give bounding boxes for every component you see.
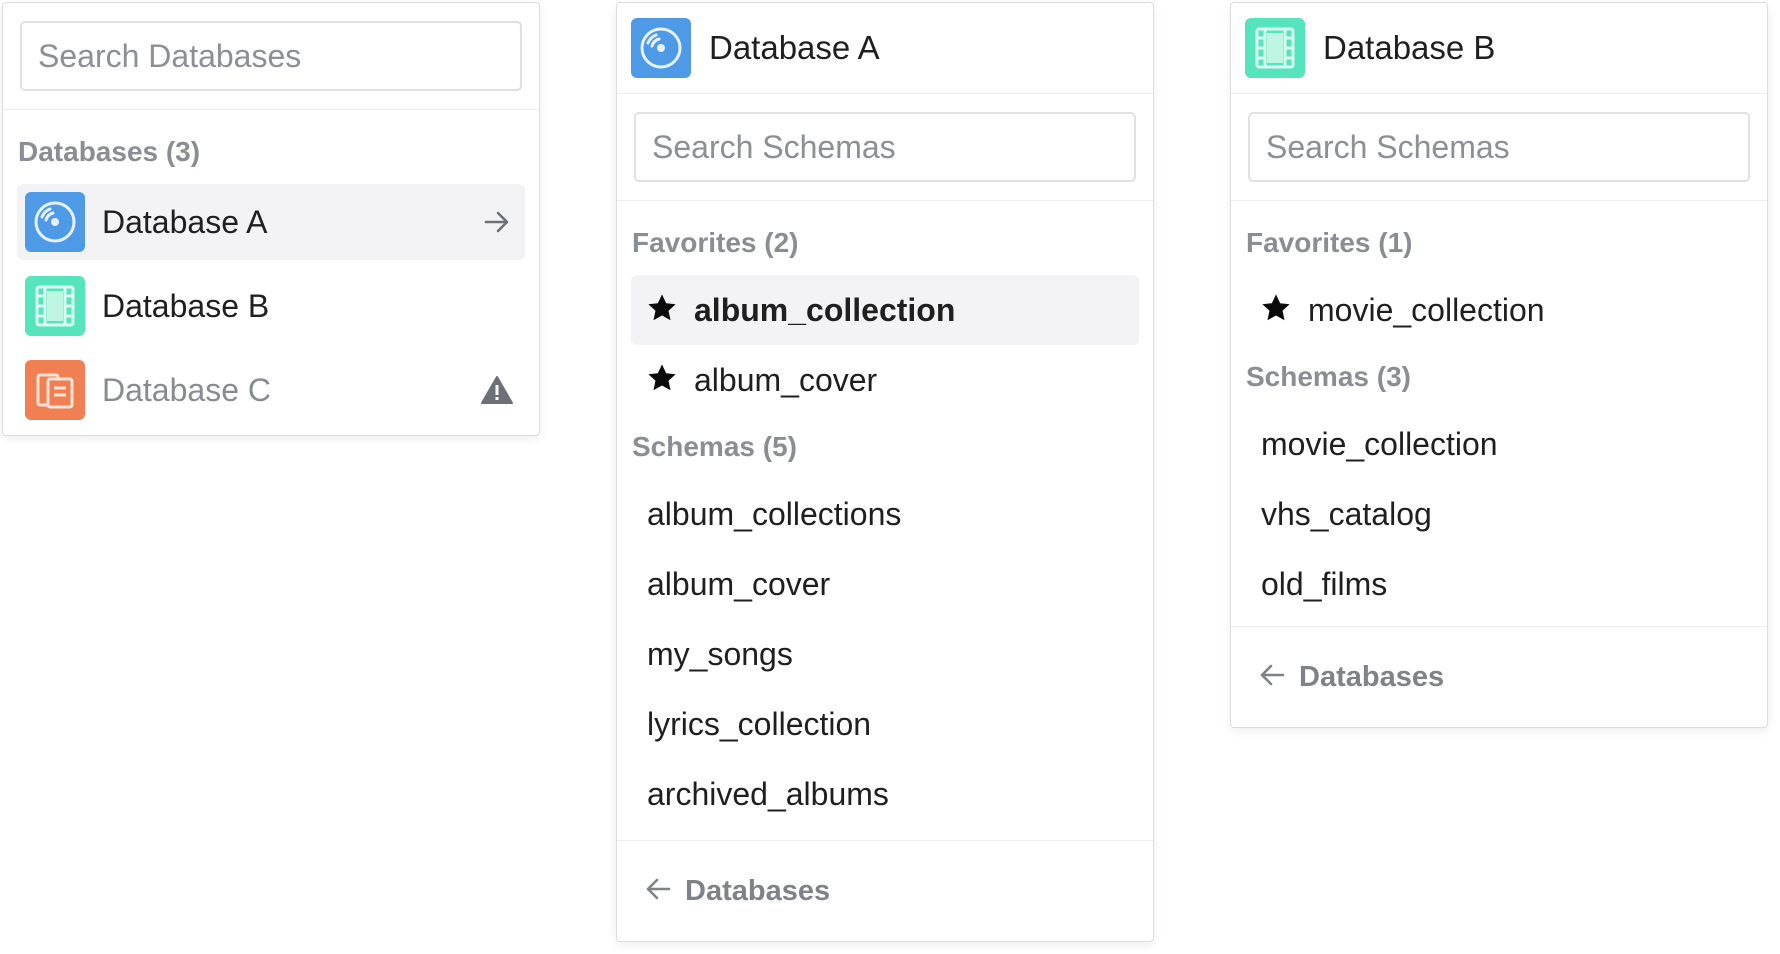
- favorites-list: album_collection album_cover: [617, 275, 1153, 415]
- arrow-left-icon: [1259, 664, 1285, 691]
- database-a-header: Database A: [617, 3, 1153, 94]
- database-item-label: Database A: [102, 203, 268, 240]
- database-item-label: Database B: [102, 287, 270, 324]
- schema-item[interactable]: album_cover: [617, 549, 1153, 619]
- film-strip-icon: [25, 276, 85, 336]
- film-strip-icon: [1245, 18, 1305, 78]
- database-item-b[interactable]: Database B: [17, 268, 525, 344]
- schema-item[interactable]: vhs_catalog: [1231, 479, 1767, 549]
- back-button-label: Databases: [685, 874, 831, 907]
- arrow-left-icon: [645, 878, 671, 905]
- favorites-section-label: Favorites (2): [632, 227, 799, 258]
- database-item-label: Database C: [102, 371, 271, 408]
- schema-item[interactable]: lyrics_collection: [617, 689, 1153, 759]
- search-wrap: [617, 94, 1153, 201]
- back-button-label: Databases: [1299, 660, 1445, 693]
- database-item-a[interactable]: Database A: [17, 184, 525, 260]
- schemas-section-label: Schemas (3): [1246, 361, 1411, 392]
- favorite-item-label: movie_collection: [1308, 291, 1545, 328]
- search-schemas-input[interactable]: [634, 112, 1136, 182]
- schema-item[interactable]: movie_collection: [1231, 409, 1767, 479]
- database-b-header: Database B: [1231, 3, 1767, 94]
- database-a-panel: Database A Favorites (2) album_collectio…: [616, 2, 1154, 942]
- schemas-section-label: Schemas (5): [632, 431, 797, 462]
- search-wrap: [1231, 94, 1767, 201]
- databases-section-label: Databases (3): [18, 136, 201, 167]
- favorites-section-label: Favorites (1): [1246, 227, 1413, 258]
- panel-title: Database B: [1323, 29, 1496, 66]
- star-icon: [646, 362, 678, 399]
- schemas-list: movie_collection vhs_catalog old_films: [1231, 409, 1767, 619]
- back-to-databases-button[interactable]: Databases: [1231, 626, 1767, 727]
- favorite-item[interactable]: album_cover: [631, 345, 1139, 415]
- panel-title: Database A: [709, 29, 880, 66]
- schema-item[interactable]: album_collections: [617, 479, 1153, 549]
- star-icon: [646, 292, 678, 329]
- favorites-list: movie_collection: [1231, 275, 1767, 345]
- back-to-databases-button[interactable]: Databases: [617, 840, 1153, 941]
- search-databases-input[interactable]: [20, 21, 522, 91]
- schema-item[interactable]: old_films: [1231, 549, 1767, 619]
- vinyl-record-icon: [631, 18, 691, 78]
- database-b-panel: Database B Favorites (1) movie_collectio…: [1230, 2, 1768, 728]
- schema-item[interactable]: archived_albums: [617, 759, 1153, 829]
- favorite-item-label: album_collection: [694, 291, 956, 328]
- search-schemas-input[interactable]: [1248, 112, 1750, 182]
- databases-panel: Databases (3) Database A: [2, 2, 540, 436]
- books-icon: [25, 360, 85, 420]
- star-icon: [1260, 292, 1292, 329]
- warning-icon: [477, 370, 517, 410]
- database-item-c[interactable]: Database C: [17, 352, 525, 428]
- vinyl-record-icon: [25, 192, 85, 252]
- databases-list: Database A Database B Database C: [3, 184, 539, 428]
- schemas-list: album_collections album_cover my_songs l…: [617, 479, 1153, 829]
- favorite-item-label: album_cover: [694, 361, 878, 398]
- favorite-item[interactable]: album_collection: [631, 275, 1139, 345]
- favorite-item[interactable]: movie_collection: [1245, 275, 1753, 345]
- search-wrap: [3, 3, 539, 110]
- arrow-right-icon: [477, 202, 517, 242]
- schema-item[interactable]: my_songs: [617, 619, 1153, 689]
